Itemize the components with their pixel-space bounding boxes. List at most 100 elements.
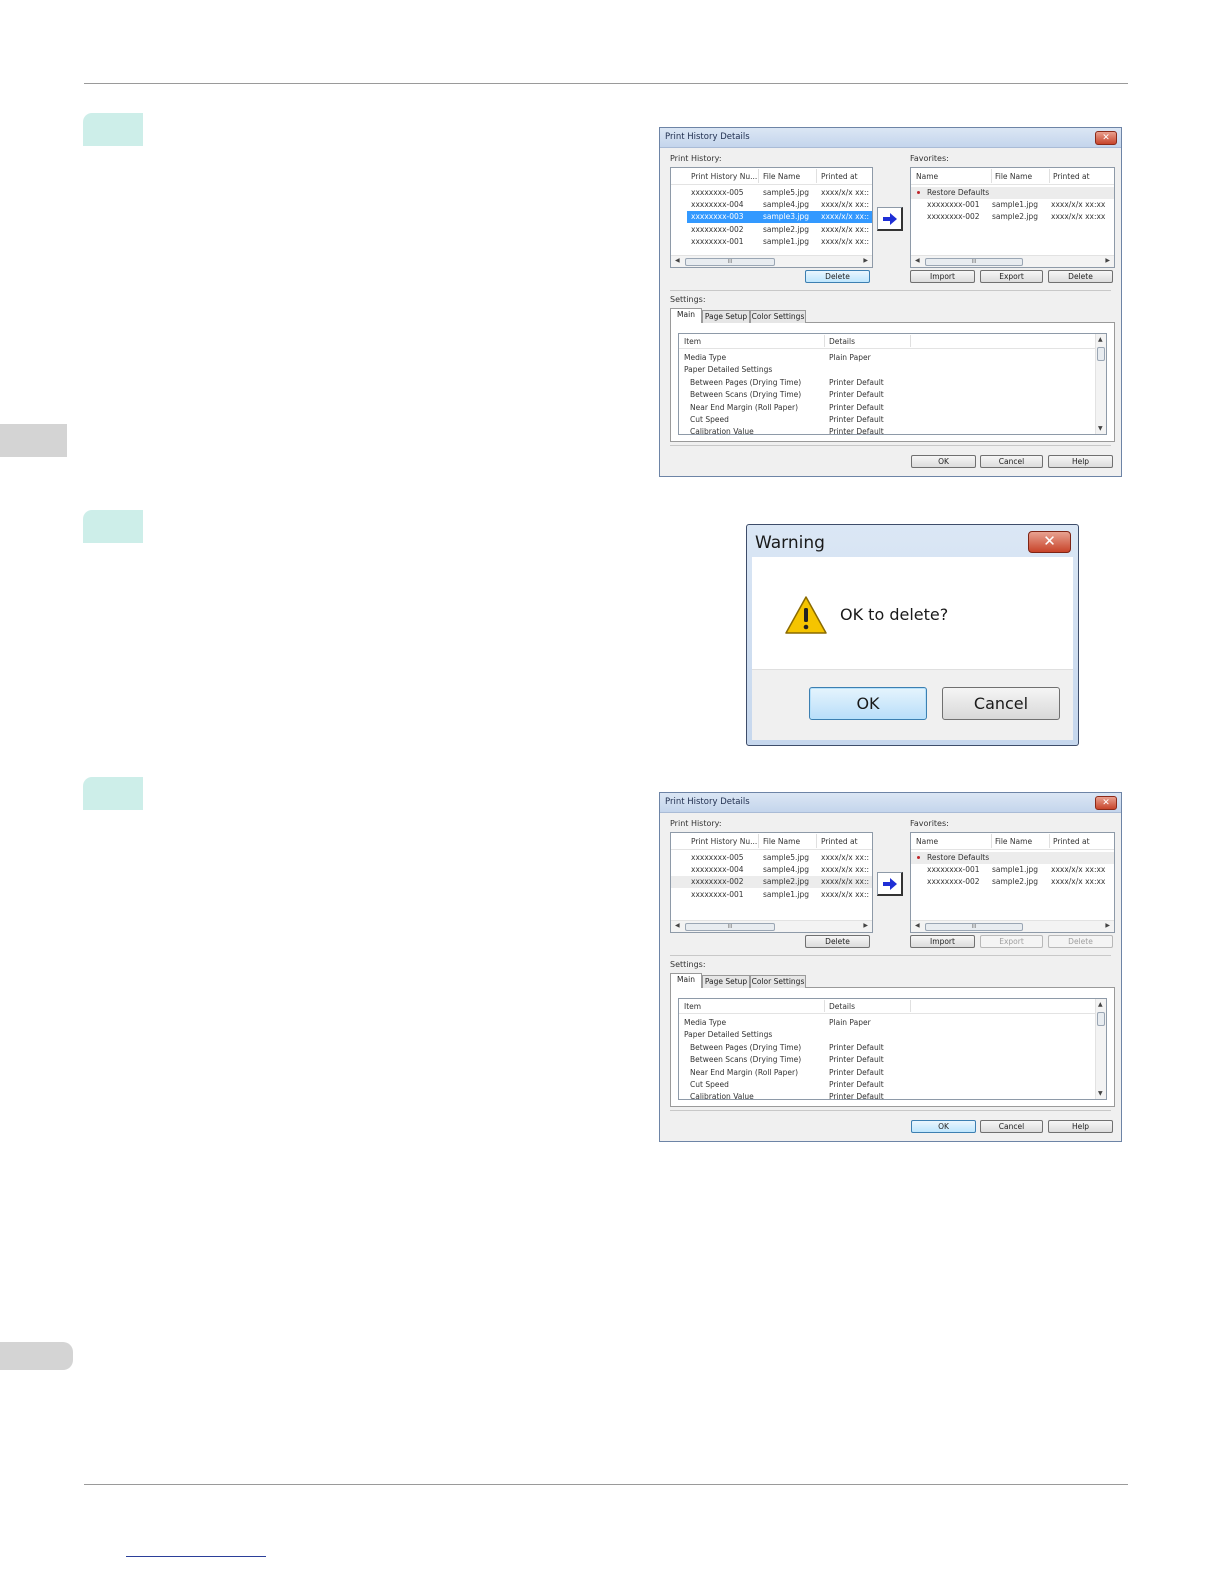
column-header[interactable]: Printed at xyxy=(1053,837,1090,846)
print-history-list[interactable]: Print History Nu... File Name Printed at… xyxy=(670,832,873,933)
tab-color-settings[interactable]: Color Settings xyxy=(750,310,806,323)
add-to-favorites-button[interactable] xyxy=(877,207,903,231)
add-to-favorites-button[interactable] xyxy=(877,872,903,896)
setting-detail: Printer Default xyxy=(829,403,884,412)
scroll-thumb[interactable]: III xyxy=(685,258,775,266)
column-header[interactable]: Printed at xyxy=(1053,172,1090,181)
scroll-up-icon[interactable]: ▲ xyxy=(1098,336,1103,343)
favorites-header: Name File Name Printed at xyxy=(911,168,1114,185)
cancel-button[interactable]: Cancel xyxy=(980,455,1043,468)
list-item[interactable]: xxxxxxxx-002 sample2.jpg xxxx/x/x xx:xx xyxy=(911,211,1114,223)
horizontal-scrollbar[interactable]: ◀ III ▶ xyxy=(671,255,872,267)
column-header[interactable]: Name xyxy=(916,172,938,181)
scroll-thumb[interactable]: III xyxy=(685,923,775,931)
favorites-list[interactable]: Name File Name Printed at Restore Defaul… xyxy=(910,832,1115,933)
list-item: Between Pages (Drying Time) Printer Defa… xyxy=(679,1042,1106,1054)
column-header[interactable]: Printed at xyxy=(821,172,858,181)
settings-list[interactable]: Item Details Media Type Plain Paper Pape… xyxy=(678,998,1107,1100)
column-header[interactable]: File Name xyxy=(763,172,800,181)
tab-main[interactable]: Main xyxy=(670,973,702,988)
tab-page-setup[interactable]: Page Setup xyxy=(702,310,750,323)
column-header[interactable]: Print History Nu... xyxy=(691,837,757,846)
ok-button[interactable]: OK xyxy=(911,455,976,468)
table-row[interactable]: xxxxxxxx-005 sample5.jpg xxxx/x/x xx:: xyxy=(671,852,872,864)
vertical-scrollbar[interactable]: ▲ ▼ xyxy=(1095,334,1106,434)
help-button[interactable]: Help xyxy=(1048,1120,1113,1133)
tab-page-setup[interactable]: Page Setup xyxy=(702,975,750,988)
history-delete-button[interactable]: Delete xyxy=(805,270,870,283)
help-button[interactable]: Help xyxy=(1048,455,1113,468)
column-header[interactable]: File Name xyxy=(995,172,1032,181)
scroll-right-icon[interactable]: ▶ xyxy=(1105,257,1110,264)
list-item: Calibration Value Printer Default xyxy=(679,426,1106,434)
horizontal-scrollbar[interactable]: ◀ III ▶ xyxy=(671,920,872,932)
settings-list[interactable]: Item Details Media Type Plain Paper Pape… xyxy=(678,333,1107,435)
favorite-name: Restore Defaults xyxy=(927,853,990,862)
history-delete-button[interactable]: Delete xyxy=(805,935,870,948)
scroll-thumb[interactable]: III xyxy=(925,923,1023,931)
list-item[interactable]: Restore Defaults xyxy=(911,852,1114,864)
list-item[interactable]: Restore Defaults xyxy=(911,187,1114,199)
setting-item: Paper Detailed Settings xyxy=(684,365,773,374)
print-history-list[interactable]: Print History Nu... File Name Printed at… xyxy=(670,167,873,268)
import-button[interactable]: Import xyxy=(910,935,975,948)
history-number: xxxxxxxx-004 xyxy=(691,200,744,209)
ok-button[interactable]: OK xyxy=(911,1120,976,1133)
column-header[interactable]: Name xyxy=(916,837,938,846)
scroll-down-icon[interactable]: ▼ xyxy=(1098,425,1103,432)
table-row[interactable]: xxxxxxxx-002 sample2.jpg xxxx/x/x xx:: xyxy=(671,224,872,236)
table-row[interactable]: xxxxxxxx-001 sample1.jpg xxxx/x/x xx:: xyxy=(671,236,872,248)
cancel-button[interactable]: Cancel xyxy=(942,687,1060,720)
favorites-list[interactable]: Name File Name Printed at Restore Defaul… xyxy=(910,167,1115,268)
list-item[interactable]: xxxxxxxx-002 sample2.jpg xxxx/x/x xx:xx xyxy=(911,876,1114,888)
favorite-printed-at: xxxx/x/x xx:xx xyxy=(1051,200,1106,209)
setting-item: Near End Margin (Roll Paper) xyxy=(690,403,799,412)
tab-main[interactable]: Main xyxy=(670,308,702,323)
scroll-right-icon[interactable]: ▶ xyxy=(863,257,868,264)
column-header[interactable]: Details xyxy=(829,1002,855,1011)
table-row[interactable]: xxxxxxxx-005 sample5.jpg xxxx/x/x xx:: xyxy=(671,187,872,199)
list-item: Near End Margin (Roll Paper) Printer Def… xyxy=(679,1067,1106,1079)
table-row-selected[interactable]: xxxxxxxx-003 sample3.jpg xxxx/x/x xx:: xyxy=(687,211,872,223)
column-header[interactable]: Item xyxy=(684,1002,701,1011)
table-row[interactable]: xxxxxxxx-004 sample4.jpg xxxx/x/x xx:: xyxy=(671,199,872,211)
close-icon[interactable]: ✕ xyxy=(1095,131,1117,145)
import-button[interactable]: Import xyxy=(910,270,975,283)
scroll-down-icon[interactable]: ▼ xyxy=(1098,1090,1103,1097)
chapter-side-tab xyxy=(0,424,67,457)
print-history-details-dialog: Print History Details ✕ Print History: F… xyxy=(659,792,1122,1142)
column-header[interactable]: Print History Nu... xyxy=(691,172,757,181)
horizontal-scrollbar[interactable]: ◀ III ▶ xyxy=(911,920,1114,932)
scroll-thumb[interactable]: III xyxy=(925,258,1023,266)
table-row[interactable]: xxxxxxxx-004 sample4.jpg xxxx/x/x xx:: xyxy=(671,864,872,876)
scroll-thumb[interactable] xyxy=(1097,347,1105,361)
scroll-left-icon[interactable]: ◀ xyxy=(915,922,920,929)
ok-button[interactable]: OK xyxy=(809,687,927,720)
scroll-left-icon[interactable]: ◀ xyxy=(675,922,680,929)
column-header[interactable]: Details xyxy=(829,337,855,346)
horizontal-scrollbar[interactable]: ◀ III ▶ xyxy=(911,255,1114,267)
scroll-up-icon[interactable]: ▲ xyxy=(1098,1001,1103,1008)
cancel-button[interactable]: Cancel xyxy=(980,1120,1043,1133)
scroll-thumb[interactable] xyxy=(1097,1012,1105,1026)
scroll-right-icon[interactable]: ▶ xyxy=(863,922,868,929)
scroll-left-icon[interactable]: ◀ xyxy=(915,257,920,264)
print-history-header: Print History Nu... File Name Printed at xyxy=(671,168,872,185)
list-item[interactable]: xxxxxxxx-001 sample1.jpg xxxx/x/x xx:xx xyxy=(911,199,1114,211)
close-icon[interactable]: ✕ xyxy=(1095,796,1117,810)
table-row[interactable]: xxxxxxxx-001 sample1.jpg xxxx/x/x xx:: xyxy=(671,889,872,901)
column-header[interactable]: Item xyxy=(684,337,701,346)
close-icon[interactable]: ✕ xyxy=(1028,531,1071,553)
tab-color-settings[interactable]: Color Settings xyxy=(750,975,806,988)
favorites-delete-button[interactable]: Delete xyxy=(1048,270,1113,283)
footer-link-underline[interactable] xyxy=(126,1556,266,1557)
table-row[interactable]: xxxxxxxx-002 sample2.jpg xxxx/x/x xx:: xyxy=(671,876,872,888)
scroll-left-icon[interactable]: ◀ xyxy=(675,257,680,264)
scroll-right-icon[interactable]: ▶ xyxy=(1105,922,1110,929)
column-header[interactable]: File Name xyxy=(995,837,1032,846)
column-header[interactable]: File Name xyxy=(763,837,800,846)
vertical-scrollbar[interactable]: ▲ ▼ xyxy=(1095,999,1106,1099)
column-header[interactable]: Printed at xyxy=(821,837,858,846)
export-button[interactable]: Export xyxy=(980,270,1043,283)
list-item[interactable]: xxxxxxxx-001 sample1.jpg xxxx/x/x xx:xx xyxy=(911,864,1114,876)
